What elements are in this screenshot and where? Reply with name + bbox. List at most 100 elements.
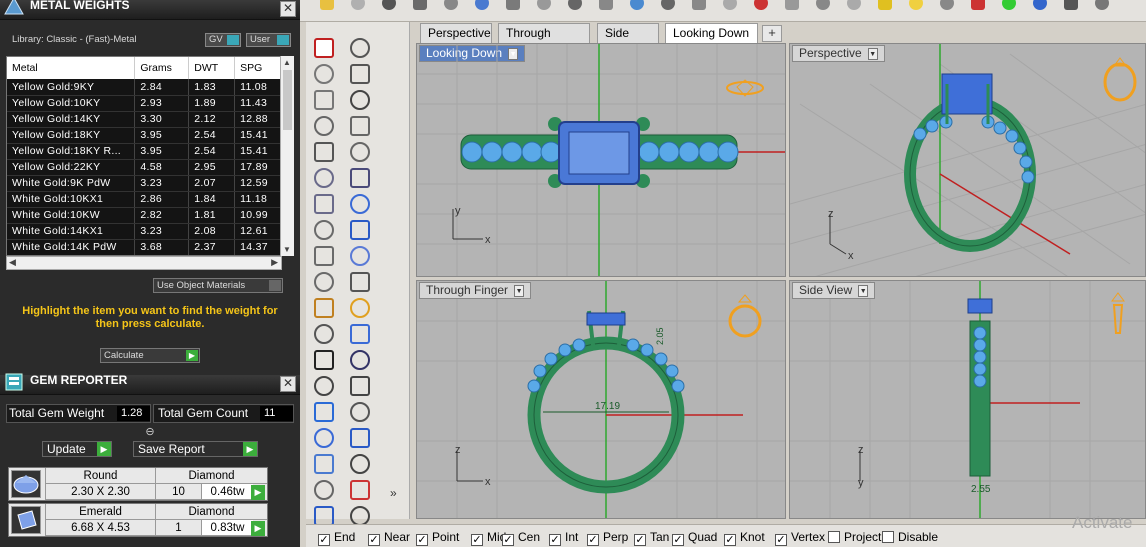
calculate-button[interactable]: Calculate ▶ — [100, 348, 200, 363]
use-object-materials-button[interactable]: Use Object Materials — [153, 278, 283, 293]
toolbar-tool-icon[interactable] — [413, 0, 427, 10]
modeling-tool-icon[interactable] — [314, 454, 334, 474]
scroll-left-icon[interactable]: ◀ — [9, 257, 16, 268]
checkbox-icon[interactable]: ✓ — [416, 534, 428, 546]
checkbox-icon[interactable]: ✓ — [587, 534, 599, 546]
modeling-tool-icon[interactable] — [350, 246, 370, 266]
arrow-right-icon[interactable]: ▶ — [251, 521, 265, 536]
modeling-tool-icon[interactable] — [314, 480, 334, 500]
osnap-int[interactable]: ✓ Int — [549, 530, 578, 546]
modeling-tool-icon[interactable] — [314, 142, 334, 162]
modeling-tool-icon[interactable] — [350, 220, 370, 240]
modeling-tool-icon[interactable] — [350, 324, 370, 344]
table-row[interactable]: Yellow Gold:10KY 2.93 1.89 11.43 — [7, 95, 283, 112]
osnap-disable[interactable]: Disable — [882, 530, 938, 544]
checkbox-icon[interactable]: ✓ — [549, 534, 561, 546]
osnap-near[interactable]: ✓ Near — [368, 530, 410, 546]
tab-looking-down[interactable]: Looking Down — [665, 23, 758, 43]
checkbox-icon[interactable]: ✓ — [634, 534, 646, 546]
modeling-tool-icon[interactable] — [314, 506, 334, 526]
checkbox-icon[interactable]: ✓ — [775, 534, 787, 546]
viewport-dropdown-icon[interactable]: ▼ — [858, 284, 869, 297]
toolbar-tool-icon[interactable] — [382, 0, 396, 10]
toolbar-tool-icon[interactable] — [537, 0, 551, 10]
modeling-tool-icon[interactable] — [350, 168, 370, 188]
toolbar-tool-icon[interactable] — [661, 0, 675, 10]
modeling-tool-icon[interactable] — [350, 194, 370, 214]
modeling-tool-icon[interactable] — [350, 350, 370, 370]
gem-card[interactable]: Round Diamond 2.30 X 2.30 10 0.46tw ▶ — [8, 467, 268, 501]
column-header[interactable]: SPG — [234, 57, 283, 79]
toolbar-tool-icon[interactable] — [1002, 0, 1016, 10]
modeling-tool-icon[interactable] — [314, 64, 334, 84]
modeling-tool-icon[interactable] — [350, 116, 370, 136]
osnap-perp[interactable]: ✓ Perp — [587, 530, 628, 546]
viewport-dropdown-icon[interactable]: ▼ — [867, 47, 878, 60]
toolbar-tool-icon[interactable] — [816, 0, 830, 10]
modeling-tool-icon[interactable] — [314, 376, 334, 396]
toolbar-tool-icon[interactable] — [1095, 0, 1109, 10]
scroll-thumb[interactable] — [283, 70, 292, 130]
toolbar-tool-icon[interactable] — [785, 0, 799, 10]
modeling-tool-icon[interactable] — [350, 402, 370, 422]
viewport-label-perspective[interactable]: Perspective ▼ — [792, 45, 885, 62]
close-metal-panel-button[interactable]: ✕ — [280, 1, 296, 17]
modeling-tool-icon[interactable] — [350, 38, 370, 58]
toolbar-tool-icon[interactable] — [1064, 0, 1078, 10]
close-gem-panel-button[interactable]: ✕ — [280, 376, 296, 392]
checkbox-icon[interactable]: ✓ — [502, 534, 514, 546]
scroll-down-icon[interactable]: ▼ — [283, 245, 291, 254]
modeling-tool-icon[interactable] — [314, 298, 334, 318]
modeling-tool-icon[interactable] — [350, 480, 370, 500]
table-row[interactable]: Yellow Gold:9KY 2.84 1.83 11.08 — [7, 79, 283, 96]
arrow-right-icon[interactable]: ▶ — [251, 485, 265, 500]
toolbar-tool-icon[interactable] — [847, 0, 861, 10]
modeling-tool-icon[interactable] — [314, 272, 334, 292]
table-row[interactable]: Yellow Gold:14KY 3.30 2.12 12.88 — [7, 111, 283, 128]
toolbar-tool-icon[interactable] — [692, 0, 706, 10]
checkbox-icon[interactable]: ✓ — [724, 534, 736, 546]
table-row[interactable]: White Gold:14K PdW 3.68 2.37 14.37 — [7, 239, 283, 255]
modeling-tool-icon[interactable] — [314, 116, 334, 136]
scroll-right-icon[interactable]: ▶ — [271, 257, 278, 268]
modeling-tool-icon[interactable] — [314, 90, 334, 110]
toolbar-tool-icon[interactable] — [754, 0, 768, 10]
checkbox-icon[interactable]: ✓ — [368, 534, 380, 546]
checkbox-icon[interactable] — [882, 531, 894, 543]
viewport-through-finger[interactable]: 17.19 2.05 z x Through Finger ▼ — [416, 280, 786, 519]
toolbar-tool-icon[interactable] — [444, 0, 458, 10]
table-row[interactable]: White Gold:10KW 2.82 1.81 10.99 — [7, 207, 283, 224]
viewport-dropdown-icon[interactable]: ▼ — [514, 284, 525, 297]
osnap-cen[interactable]: ✓ Cen — [502, 530, 540, 546]
modeling-tool-icon[interactable] — [350, 454, 370, 474]
modeling-tool-icon[interactable] — [314, 428, 334, 448]
toolbar-tool-icon[interactable] — [971, 0, 985, 10]
modeling-tool-icon[interactable] — [314, 246, 334, 266]
toolbar-tool-icon[interactable] — [599, 0, 613, 10]
tab-perspective[interactable]: Perspective — [420, 23, 492, 43]
modeling-tool-icon[interactable] — [314, 194, 334, 214]
modeling-tool-icon[interactable] — [314, 402, 334, 422]
modeling-tool-icon[interactable] — [314, 350, 334, 370]
toolbar-tool-icon[interactable] — [1033, 0, 1047, 10]
toolbar-tool-icon[interactable] — [568, 0, 582, 10]
scroll-up-icon[interactable]: ▲ — [283, 58, 291, 67]
gv-toggle[interactable]: GV — [205, 33, 241, 47]
viewport-label-through-finger[interactable]: Through Finger ▼ — [419, 282, 532, 299]
osnap-quad[interactable]: ✓ Quad — [672, 530, 717, 546]
save-report-button[interactable]: Save Report ▶ — [133, 441, 258, 457]
viewport-label-side-view[interactable]: Side View ▼ — [792, 282, 876, 299]
table-row[interactable]: Yellow Gold:18KY 3.95 2.54 15.41 — [7, 127, 283, 144]
modeling-tool-icon[interactable] — [350, 64, 370, 84]
toolbar-tool-icon[interactable] — [320, 0, 334, 10]
viewport-looking-down[interactable]: Looking Down ▼ y x — [416, 43, 786, 277]
modeling-tool-icon[interactable] — [314, 324, 334, 344]
modeling-tool-icon[interactable] — [350, 272, 370, 292]
metal-table-vscroll[interactable]: ▲ ▼ — [280, 56, 294, 256]
osnap-vertex[interactable]: ✓ Vertex — [775, 530, 825, 546]
table-row[interactable]: White Gold:9K PdW 3.23 2.07 12.59 — [7, 175, 283, 192]
table-row[interactable]: White Gold:10KX1 2.86 1.84 11.18 — [7, 191, 283, 208]
toolbar-tool-icon[interactable] — [940, 0, 954, 10]
checkbox-icon[interactable]: ✓ — [672, 534, 684, 546]
table-row[interactable]: White Gold:14KX1 3.23 2.08 12.61 — [7, 223, 283, 240]
